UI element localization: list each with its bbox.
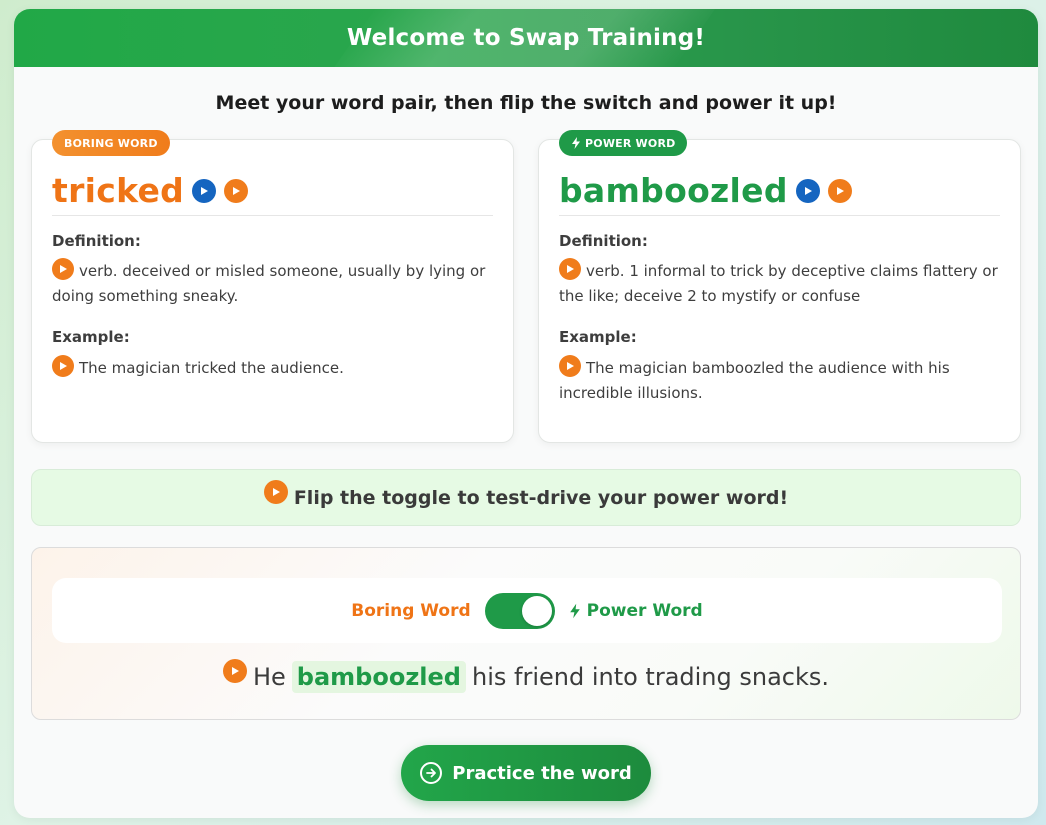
example-text: The magician bamboozled the audience wit…	[559, 355, 1000, 406]
definition-label: Definition:	[559, 232, 648, 250]
page-title: Welcome to Swap Training!	[346, 25, 706, 51]
play-slow-icon[interactable]	[192, 178, 217, 203]
power-word: bamboozled	[559, 171, 788, 210]
test-drive-panel: Boring Word Power Word He bamboozled his…	[31, 547, 1021, 720]
word-toggle-bar: Boring Word Power Word	[52, 578, 1002, 643]
example-label: Example:	[52, 328, 130, 346]
header: Welcome to Swap Training!	[14, 9, 1038, 67]
toggle-label-power-text: Power Word	[586, 600, 703, 621]
audio-play-icon[interactable]	[224, 178, 249, 203]
lightning-icon	[572, 137, 580, 149]
boring-word-badge: BORING WORD	[52, 130, 170, 156]
example-label: Example:	[559, 328, 637, 346]
power-word-badge: POWER WORD	[559, 130, 688, 156]
audio-play-icon[interactable]	[827, 178, 852, 203]
audio-play-icon[interactable]	[222, 659, 247, 683]
toggle-label-power[interactable]: Power Word	[569, 601, 703, 621]
power-word-card: POWER WORD bamboozled Definition: verb. …	[538, 130, 1021, 443]
definition-text: verb. 1 informal to trick by deceptive c…	[559, 258, 1000, 309]
audio-play-icon[interactable]	[263, 479, 288, 504]
toggle-label-boring[interactable]: Boring Word	[351, 601, 470, 621]
example-text: The magician tricked the audience.	[52, 355, 493, 381]
boring-word-badge-label: BORING WORD	[64, 136, 158, 150]
audio-play-icon[interactable]	[52, 258, 74, 280]
play-slow-icon[interactable]	[795, 178, 820, 203]
practice-word-button[interactable]: Practice the word	[401, 745, 651, 801]
swap-training-panel: Welcome to Swap Training! Meet your word…	[14, 9, 1038, 818]
practice-word-button-label: Practice the word	[452, 762, 632, 784]
definition-label: Definition:	[52, 232, 141, 250]
audio-play-icon[interactable]	[52, 355, 74, 377]
boring-word-header: tricked	[52, 166, 493, 216]
hint-banner: Flip the toggle to test-drive your power…	[31, 469, 1021, 526]
sentence-before: He	[252, 663, 286, 691]
word-toggle-switch[interactable]	[484, 592, 555, 629]
definition-value: verb. deceived or misled someone, usuall…	[52, 262, 486, 305]
example-value: The magician tricked the audience.	[79, 359, 344, 377]
sentence-after: his friend into trading snacks.	[471, 663, 830, 691]
definition-text: verb. deceived or misled someone, usuall…	[52, 258, 493, 309]
example-value: The magician bamboozled the audience wit…	[559, 359, 950, 402]
hint-text: Flip the toggle to test-drive your power…	[293, 486, 789, 509]
boring-word: tricked	[52, 171, 185, 210]
audio-play-icon[interactable]	[559, 258, 581, 280]
sentence-highlight-word: bamboozled	[291, 661, 466, 693]
example-sentence: He bamboozled his friend into trading sn…	[32, 659, 1020, 693]
arrow-right-circle-icon	[420, 762, 443, 784]
power-word-badge-label: POWER WORD	[585, 136, 676, 150]
instructions-subtitle: Meet your word pair, then flip the switc…	[215, 92, 837, 114]
definition-value: verb. 1 informal to trick by deceptive c…	[559, 262, 998, 305]
lightning-icon	[569, 603, 580, 618]
boring-word-card: BORING WORD tricked Definition: verb. de…	[31, 130, 514, 443]
audio-play-icon[interactable]	[559, 355, 581, 377]
toggle-knob[interactable]	[521, 595, 552, 626]
power-word-header: bamboozled	[559, 166, 1000, 216]
